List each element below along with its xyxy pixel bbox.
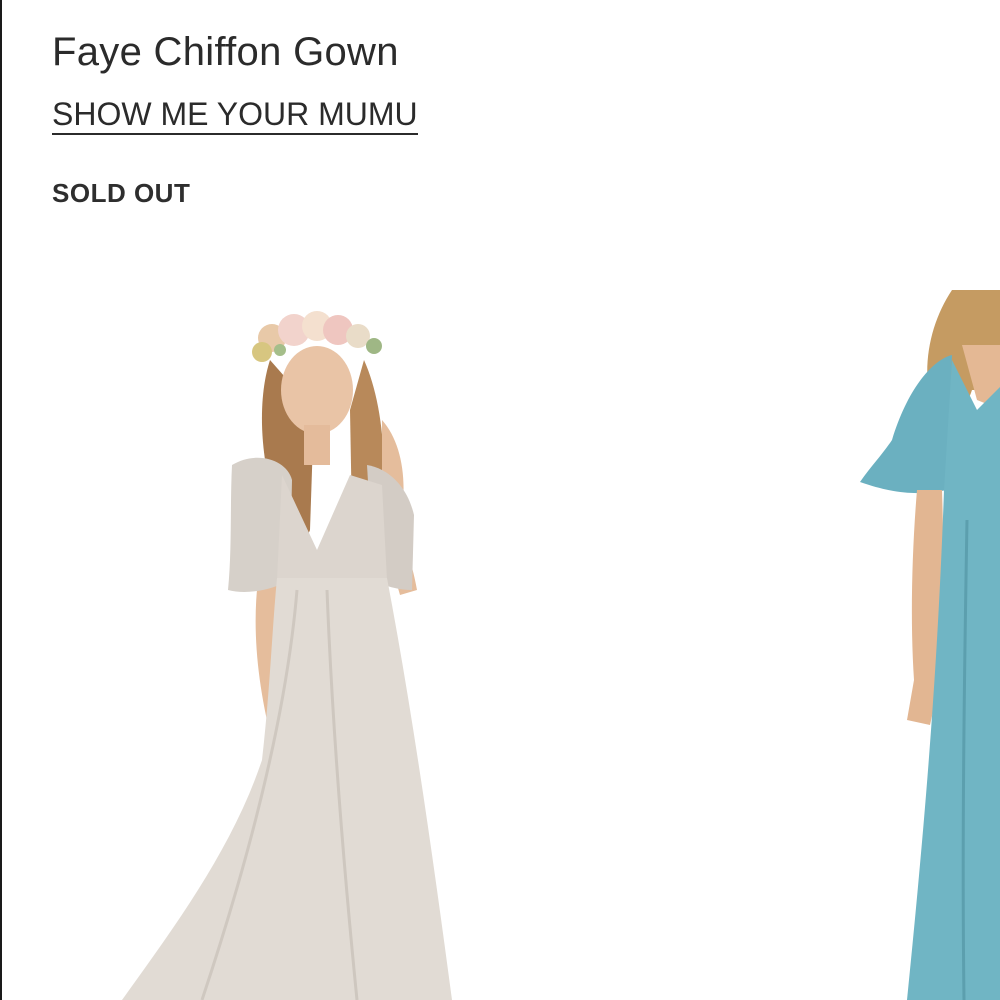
product-image-carousel[interactable]: [2, 290, 1000, 1000]
sold-out-label: SOLD OUT: [52, 178, 191, 208]
product-image-next[interactable]: [852, 290, 1000, 1000]
product-image-main[interactable]: [82, 290, 502, 1000]
brand-link[interactable]: SHOW ME YOUR MUMU: [52, 97, 418, 135]
product-page: Faye Chiffon Gown SHOW ME YOUR MUMU SOLD…: [0, 0, 1000, 1000]
product-title: Faye Chiffon Gown: [52, 30, 399, 74]
